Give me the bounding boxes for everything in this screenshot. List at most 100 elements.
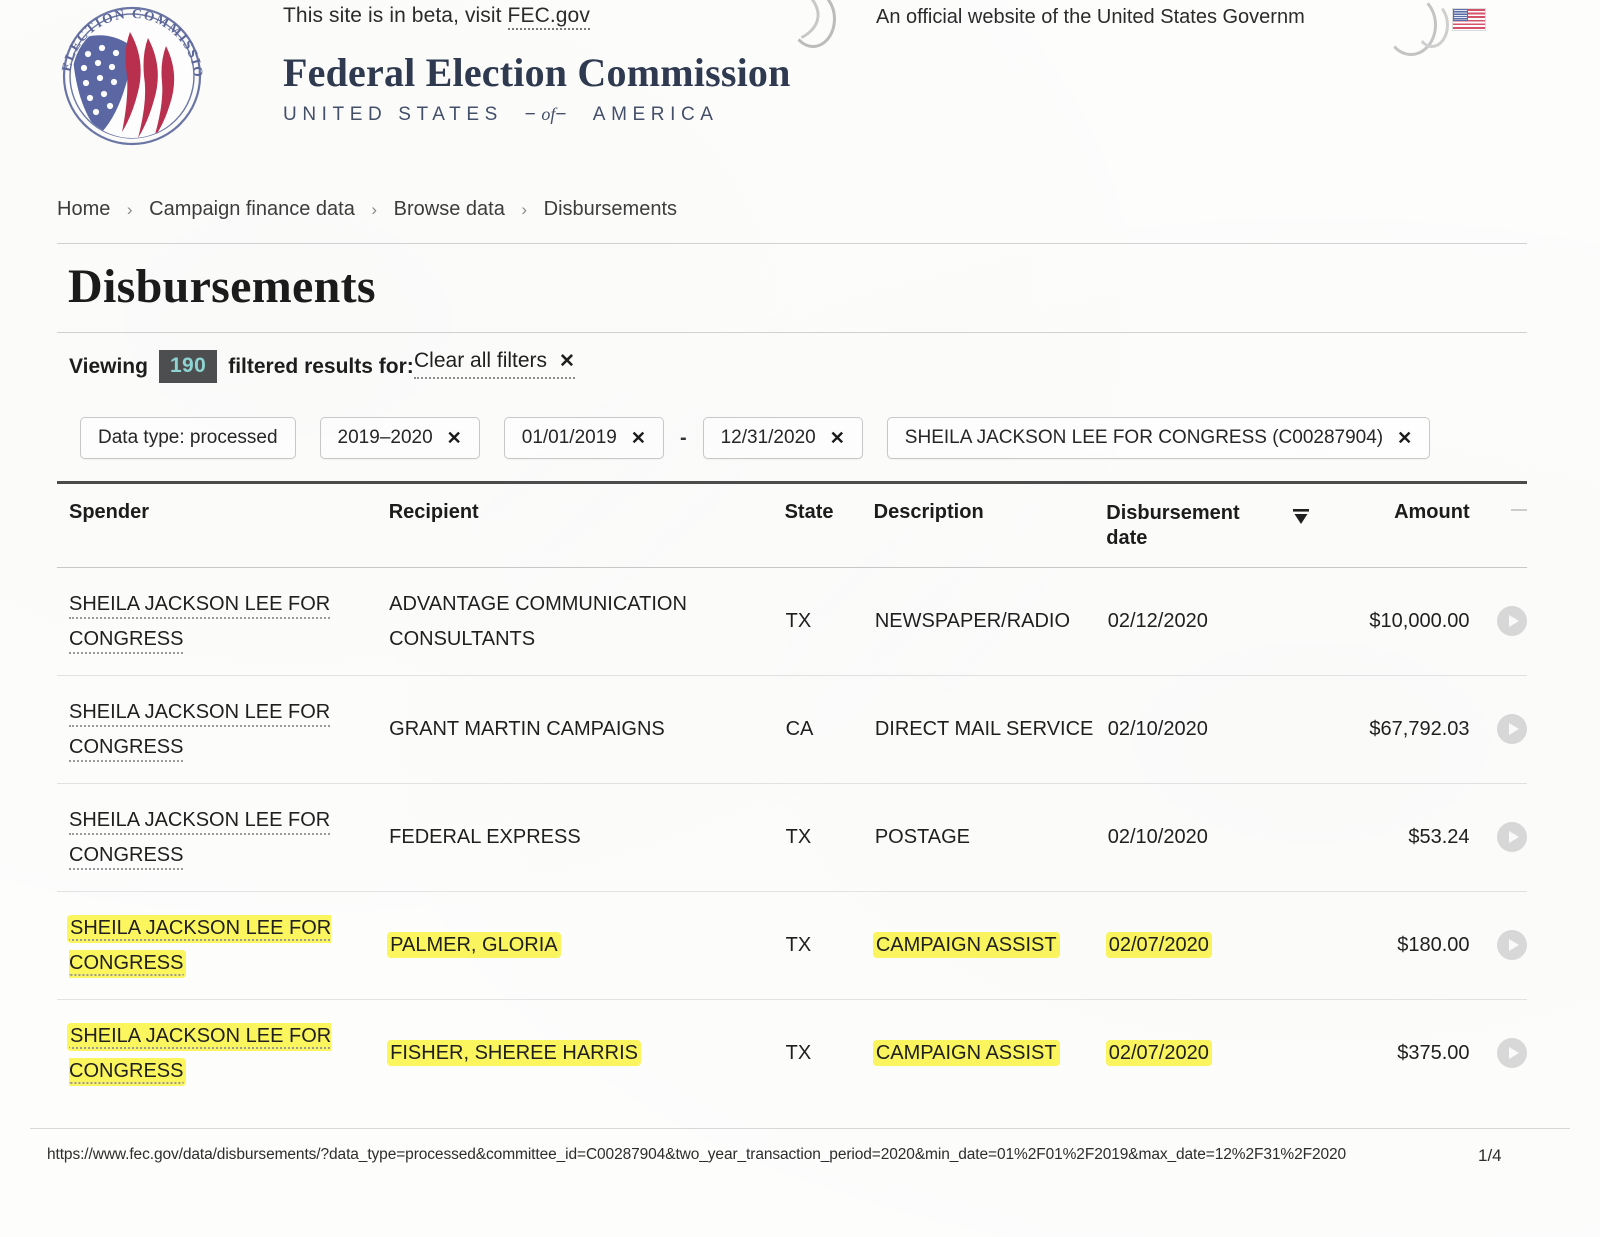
- cell-description: NEWSPAPER/RADIO: [874, 610, 1071, 632]
- results-count-badge: 190: [158, 350, 218, 384]
- table-row[interactable]: SHEILA JACKSON LEE FOR CONGRESS FISHER, …: [57, 999, 1527, 1107]
- column-header-actions: [1470, 501, 1528, 524]
- footer-source-url: https://www.fec.gov/data/disbursements/?…: [47, 1146, 1347, 1163]
- table-row[interactable]: SHEILA JACKSON LEE FOR CONGRESS FEDERAL …: [57, 783, 1527, 891]
- remove-filter-icon[interactable]: ✕: [830, 428, 845, 449]
- cell-spender[interactable]: SHEILA JACKSON LEE FOR CONGRESS: [57, 587, 389, 657]
- cell-disbursement-date: 02/12/2020: [1107, 610, 1208, 632]
- sort-descending-icon[interactable]: [1291, 507, 1311, 533]
- column-header-spender[interactable]: Spender: [57, 501, 389, 524]
- play-circle-icon[interactable]: [1497, 606, 1527, 636]
- filter-pill-min-date[interactable]: 01/01/2019 ✕: [503, 417, 664, 459]
- breadcrumb-item-home[interactable]: Home: [57, 198, 110, 220]
- divider: [57, 332, 1527, 333]
- filter-pill-label: 2019–2020: [337, 427, 433, 448]
- cell-description: POSTAGE: [874, 826, 971, 848]
- cell-description: CAMPAIGN ASSIST: [874, 1036, 1108, 1071]
- filter-pill-data-type[interactable]: Data type: processed: [80, 417, 296, 459]
- table-row[interactable]: SHEILA JACKSON LEE FOR CONGRESS GRANT MA…: [57, 675, 1527, 783]
- cell-action[interactable]: [1470, 604, 1527, 639]
- recipient-text: FISHER, SHEREE HARRIS: [389, 1042, 639, 1064]
- play-circle-icon[interactable]: [1497, 822, 1527, 852]
- cell-spender[interactable]: SHEILA JACKSON LEE FOR CONGRESS: [57, 1019, 389, 1089]
- breadcrumb-separator: ›: [126, 200, 133, 219]
- column-header-description[interactable]: Description: [874, 501, 1107, 524]
- cell-amount: $375.00: [1397, 1042, 1470, 1064]
- date-text: 02/07/2020: [1107, 934, 1210, 956]
- footer-divider: [30, 1128, 1570, 1129]
- agency-wordmark: Federal Election Commission UNITED STATE…: [283, 52, 791, 126]
- cell-disbursement-date: 02/07/2020: [1107, 928, 1311, 963]
- clear-all-filters-label: Clear all filters: [414, 349, 548, 372]
- cell-spender[interactable]: SHEILA JACKSON LEE FOR CONGRESS: [57, 695, 389, 765]
- column-header-amount-label: Amount: [1394, 501, 1470, 523]
- disbursements-table: Spender Recipient State Description Disb…: [57, 484, 1528, 1107]
- agency-name: Federal Election Commission: [283, 50, 791, 95]
- play-circle-icon[interactable]: [1497, 714, 1527, 744]
- results-summary: Viewing 190 filtered results for:: [69, 350, 414, 384]
- results-label: filtered results for:: [228, 354, 414, 378]
- cell-spender[interactable]: SHEILA JACKSON LEE FOR CONGRESS: [57, 803, 389, 873]
- spender-link[interactable]: SHEILA JACKSON LEE FOR CONGRESS: [69, 700, 331, 762]
- cell-amount: $53.24: [1408, 826, 1470, 848]
- cell-recipient: GRANT MARTIN CAMPAIGNS: [389, 718, 665, 740]
- table-row[interactable]: SHEILA JACKSON LEE FOR CONGRESS PALMER, …: [57, 891, 1527, 999]
- fec-seal-logo: ELECTION COMMISSION: [48, 6, 260, 146]
- description-text: CAMPAIGN ASSIST: [874, 1042, 1058, 1064]
- breadcrumb-item-browse-data[interactable]: Browse data: [394, 198, 505, 220]
- filter-pill-label: 12/31/2020: [720, 427, 816, 448]
- date-text: 02/07/2020: [1107, 1042, 1210, 1064]
- cell-state: TX: [785, 826, 812, 848]
- filter-pill-committee[interactable]: SHEILA JACKSON LEE FOR CONGRESS (C002879…: [886, 417, 1431, 459]
- cell-amount: $180.00: [1397, 934, 1470, 956]
- date-range-dash: -: [679, 426, 687, 449]
- official-site-notice: An official website of the United States…: [876, 6, 1305, 28]
- cell-disbursement-date: 02/10/2020: [1107, 826, 1208, 848]
- cell-state: TX: [785, 934, 812, 956]
- cell-recipient: ADVANTAGE COMMUNICATION CONSULTANTS: [389, 592, 687, 650]
- cell-recipient: PALMER, GLORIA: [389, 928, 785, 963]
- filter-pill-label: 01/01/2019: [521, 427, 617, 448]
- filter-pill-two-year-period[interactable]: 2019–2020 ✕: [319, 417, 480, 459]
- spender-link[interactable]: SHEILA JACKSON LEE FOR CONGRESS: [69, 916, 332, 976]
- cell-action[interactable]: [1470, 928, 1527, 963]
- column-header-state[interactable]: State: [785, 501, 874, 524]
- fec-gov-link[interactable]: FEC.gov: [507, 4, 590, 30]
- spender-link[interactable]: SHEILA JACKSON LEE FOR CONGRESS: [69, 1024, 332, 1084]
- close-x-icon: ✕: [559, 350, 575, 372]
- spender-link[interactable]: SHEILA JACKSON LEE FOR CONGRESS: [69, 592, 331, 654]
- column-header-amount[interactable]: Amount: [1311, 501, 1470, 524]
- table-row[interactable]: SHEILA JACKSON LEE FOR CONGRESS ADVANTAG…: [57, 567, 1527, 675]
- clear-all-filters-button[interactable]: Clear all filters ✕: [414, 349, 575, 379]
- breadcrumb: Home › Campaign finance data › Browse da…: [57, 198, 677, 221]
- filter-pill-max-date[interactable]: 12/31/2020 ✕: [702, 417, 863, 459]
- viewing-label: Viewing: [69, 354, 148, 378]
- column-header-recipient[interactable]: Recipient: [389, 501, 785, 524]
- recipient-text: PALMER, GLORIA: [389, 934, 559, 956]
- cell-spender[interactable]: SHEILA JACKSON LEE FOR CONGRESS: [57, 911, 389, 981]
- cell-action[interactable]: [1470, 712, 1527, 747]
- active-filters-list: Data type: processed 2019–2020 ✕ 01/01/2…: [80, 417, 1431, 459]
- cell-description: DIRECT MAIL SERVICE: [874, 718, 1094, 740]
- play-circle-icon[interactable]: [1497, 930, 1527, 960]
- remove-filter-icon[interactable]: ✕: [1397, 428, 1412, 449]
- breadcrumb-item-disbursements: Disbursements: [543, 198, 678, 220]
- cell-amount: $67,792.03: [1369, 718, 1470, 740]
- cell-state: TX: [785, 610, 812, 632]
- cell-action[interactable]: [1470, 1036, 1527, 1071]
- cell-action[interactable]: [1470, 820, 1527, 855]
- filter-pill-label: Data type: processed: [98, 427, 278, 448]
- footer-page-indicator: 1/4: [1478, 1146, 1502, 1165]
- play-circle-icon[interactable]: [1497, 1038, 1527, 1068]
- column-header-disbursement-date[interactable]: Disbursement date: [1106, 501, 1311, 551]
- us-flag-icon: [1452, 8, 1486, 31]
- remove-filter-icon[interactable]: ✕: [631, 428, 646, 449]
- cell-description: CAMPAIGN ASSIST: [874, 928, 1108, 963]
- spender-link[interactable]: SHEILA JACKSON LEE FOR CONGRESS: [69, 808, 331, 870]
- description-text: CAMPAIGN ASSIST: [874, 934, 1058, 956]
- cell-amount: $10,000.00: [1369, 610, 1470, 632]
- breadcrumb-item-campaign-finance-data[interactable]: Campaign finance data: [149, 198, 355, 220]
- scan-curl-artifact: [1415, 2, 1449, 48]
- remove-filter-icon[interactable]: ✕: [447, 428, 462, 449]
- sort-none-icon[interactable]: [1511, 509, 1528, 512]
